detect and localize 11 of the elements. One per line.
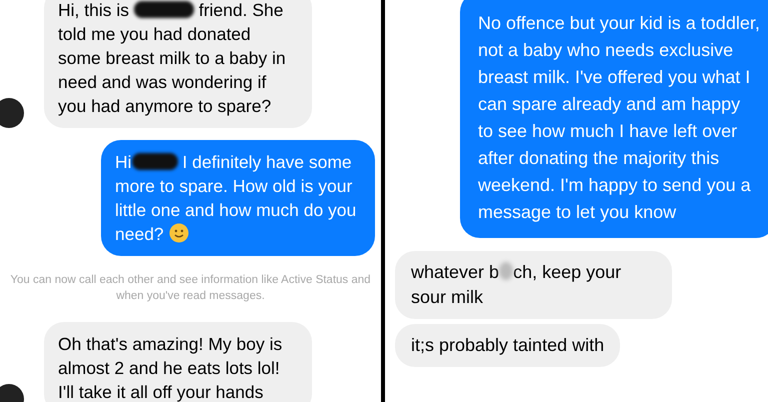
outgoing-message-bubble: No offence but your kid is a toddler, not a baby who needs exclusive breast milk. I've offered you what I can spare already and am happy to see how much I have left over after donating the majority this weekend. I'm happy to send you a message to let you know	[460, 0, 768, 238]
redaction-mark	[132, 153, 178, 170]
incoming-message-bubble: Hi, this is friend. She told me you had donated some breast milk to a baby in need and was wondering if you had anymore to spare?	[44, 0, 312, 128]
incoming-message-bubble: it;s probably tainted with	[395, 324, 620, 367]
incoming-message-bubble: whatever b ch, keep your sour milk	[395, 251, 672, 319]
blur-mark	[499, 262, 514, 280]
incoming-message-bubble: Oh that's amazing! My boy is almost 2 and he eats lots lol! I'll take it all off your hands	[44, 322, 312, 402]
smiley-icon	[168, 223, 189, 243]
system-notice: You can now call each other and see information like Active Status and when you've read messages.	[9, 273, 372, 304]
outgoing-message-bubble: Hi I definitely have some more to spare. How old is your little one and how much do you need?	[101, 140, 375, 256]
redaction-mark	[134, 1, 194, 18]
